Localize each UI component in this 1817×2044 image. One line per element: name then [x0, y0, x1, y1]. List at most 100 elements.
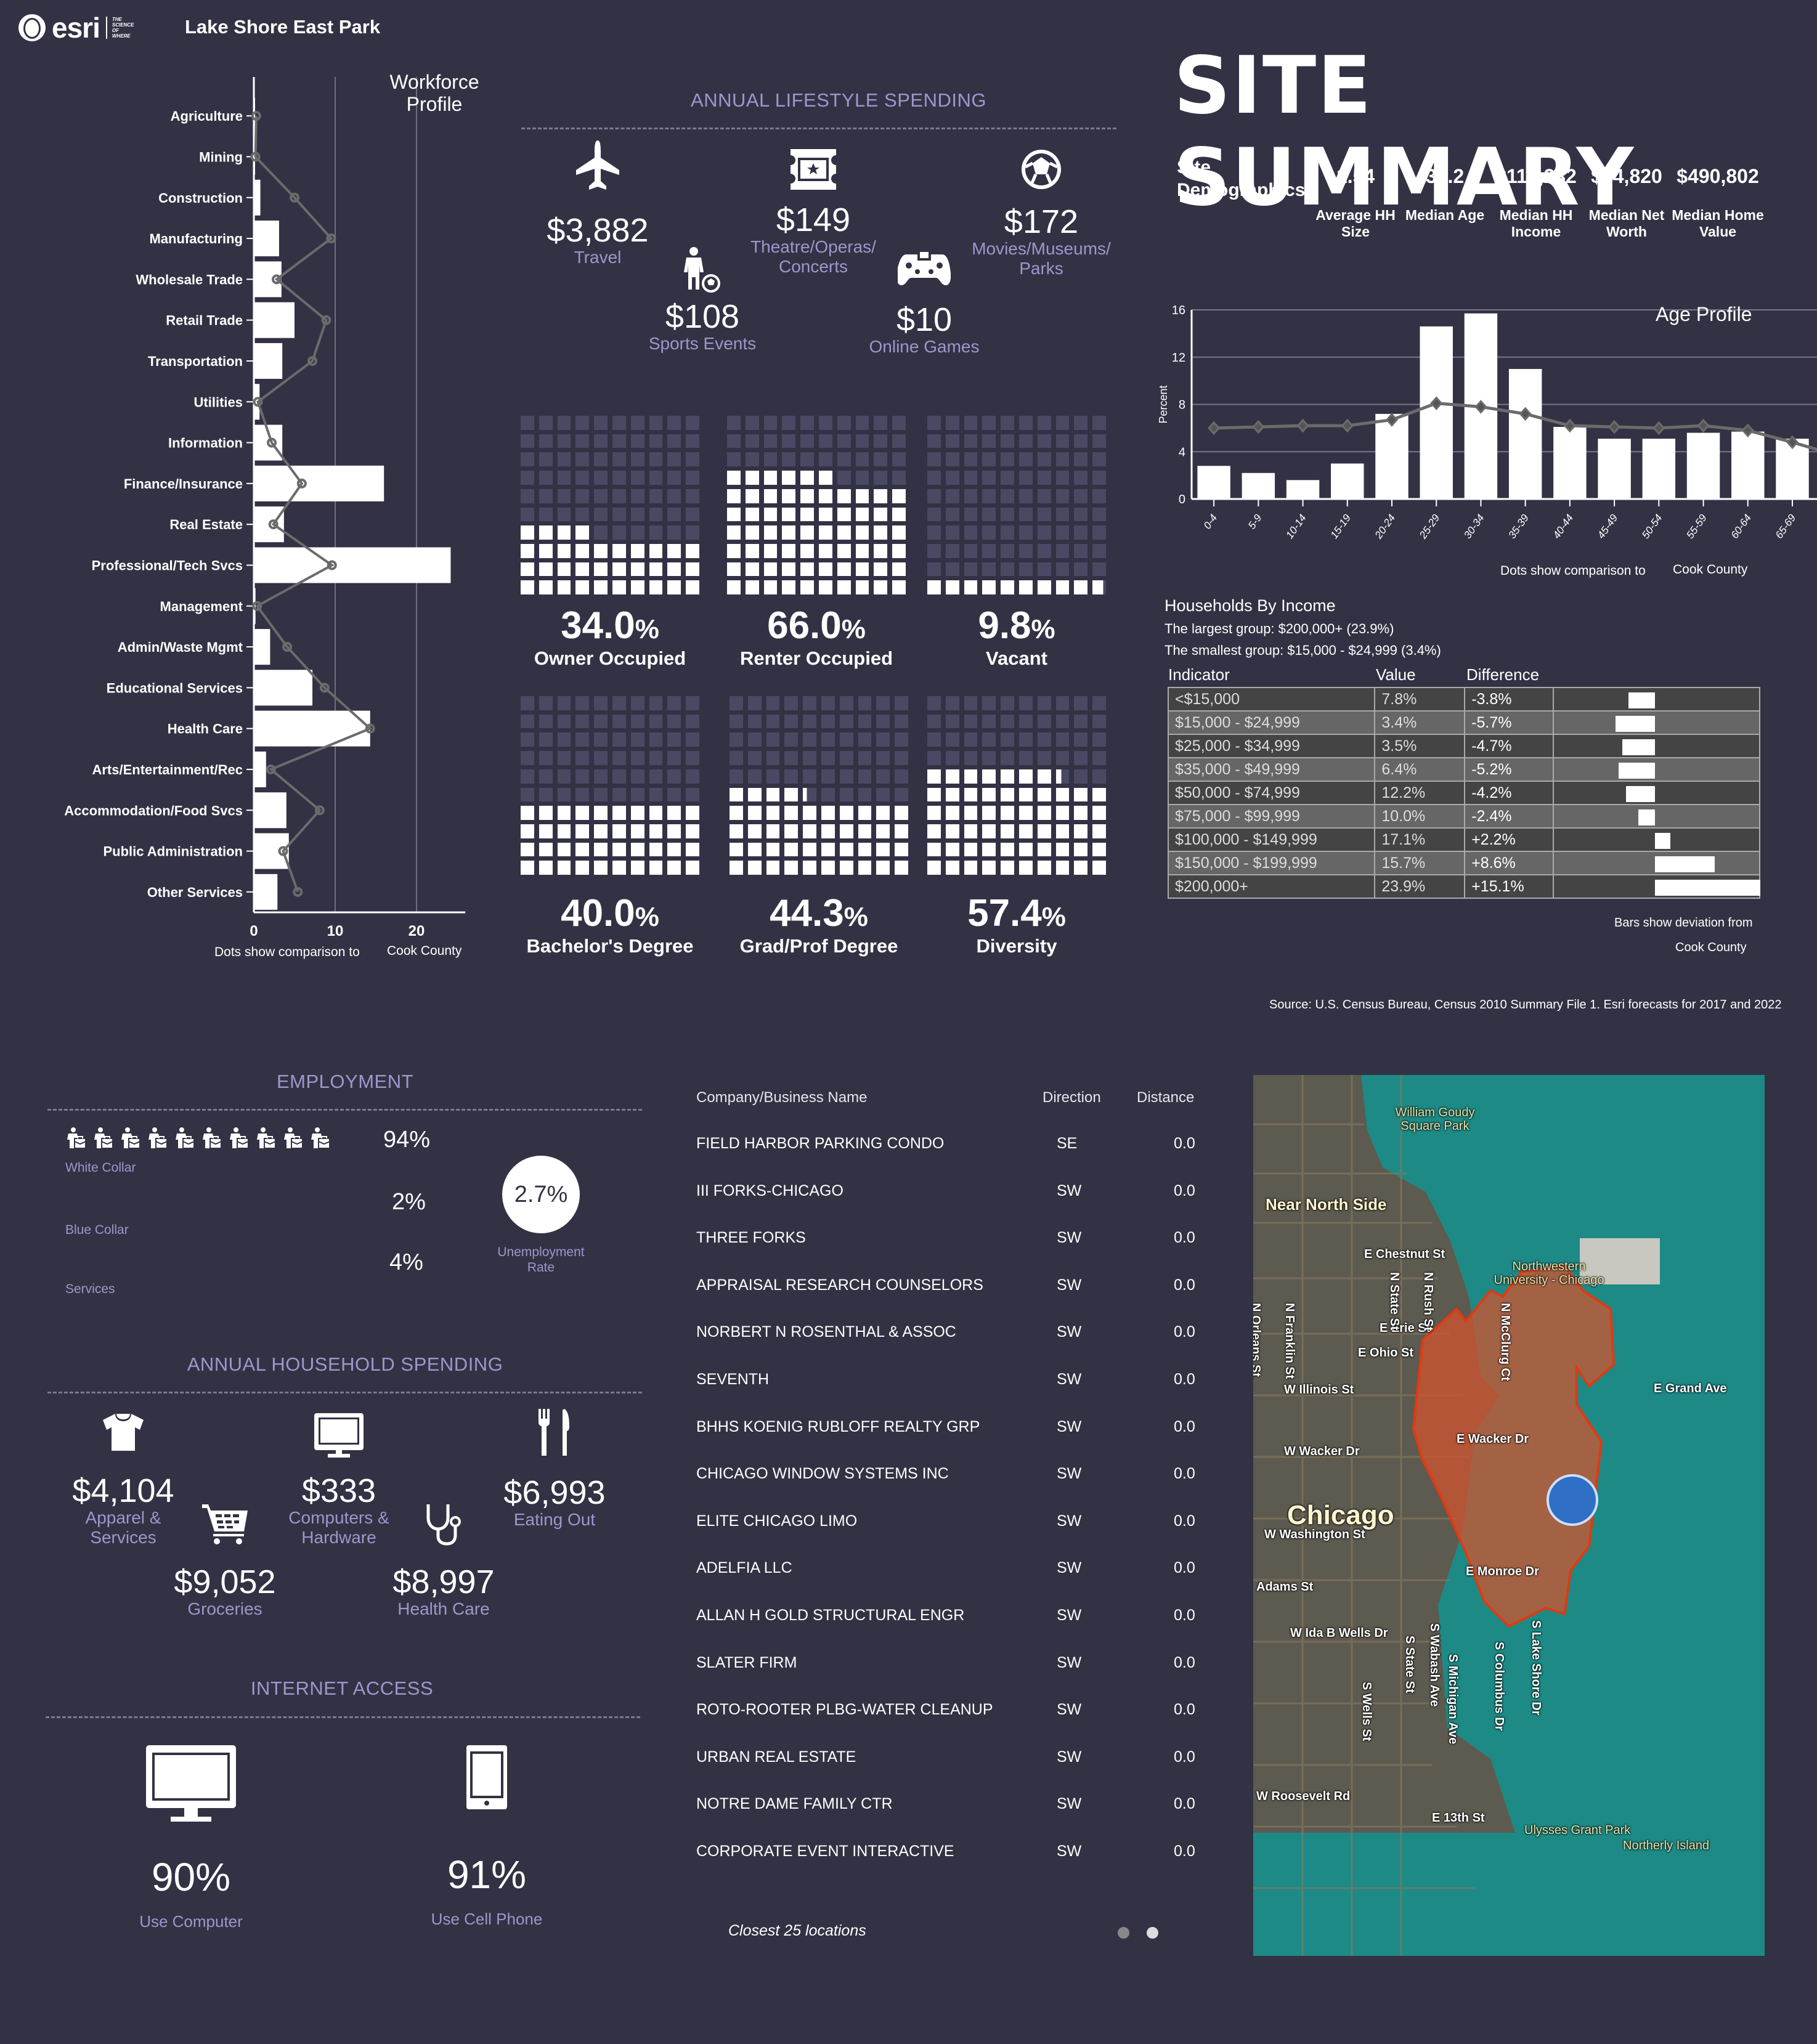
waffle-cell: [667, 787, 681, 802]
globe-icon: [18, 14, 46, 41]
waffle-cell: [1001, 471, 1014, 485]
business-table: Company/Business Name Direction Distance…: [696, 1084, 1201, 1947]
map-label: S Michigan Ave: [1446, 1654, 1460, 1745]
waffle-cell: [837, 471, 851, 485]
waffle-cell: [1001, 543, 1014, 558]
waffle-cell: [803, 732, 816, 747]
waffle-cell: [612, 507, 626, 522]
business-direction: SW: [1057, 1229, 1082, 1247]
waffle-cell: [521, 525, 534, 540]
waffle-cell: [763, 543, 778, 558]
age-category-label: 15-19: [1328, 512, 1354, 541]
waffle-cell: [1018, 543, 1033, 558]
unemployment-badge: 2.7%: [502, 1156, 580, 1233]
waffle-cell: [612, 861, 626, 875]
age-bar: [1553, 426, 1587, 499]
use-cell-phone-label: Use Cell Phone: [431, 1910, 543, 1928]
waffle-cell: [727, 416, 741, 430]
waffle-cell: [982, 861, 996, 875]
waffle-cell: [745, 525, 759, 540]
waffle-cell: [727, 543, 741, 558]
waffle-cell: [575, 580, 590, 594]
page-dot-2[interactable]: [1147, 1927, 1158, 1939]
business-name: SLATER FIRM: [696, 1653, 797, 1671]
waffle-cell: [982, 580, 996, 594]
waffle-cell: [1037, 861, 1051, 875]
waffle-cell: [1018, 824, 1033, 838]
workforce-category-label: Utilities: [194, 394, 243, 410]
waffle-cell: [667, 434, 681, 448]
age-y-axis-label: Percent: [1158, 385, 1169, 423]
waffle-cell: [630, 489, 644, 503]
waffle-cell: [800, 580, 814, 594]
age-bar: [1731, 431, 1765, 499]
waffle-cell: [575, 525, 590, 540]
waffle-cell: [612, 806, 626, 820]
age-bar: [1642, 439, 1676, 499]
waffle-cell: [982, 543, 996, 558]
waffle-cell: [927, 696, 941, 710]
waffle-cell: [876, 806, 890, 820]
waffle-cell: [1018, 751, 1033, 765]
waffle-cell: [927, 562, 941, 577]
waffle-cell: [839, 842, 853, 857]
waffle-label: Bachelor's Degree: [526, 935, 694, 957]
waffle-cell: [686, 452, 699, 467]
business-direction: SW: [1057, 1559, 1082, 1577]
map-view[interactable]: William Goudy Square Park Near North Side…: [1253, 1075, 1765, 1956]
waffle-cell: [745, 562, 759, 577]
waffle-cell: [557, 507, 571, 522]
waffle-cell: [1055, 562, 1070, 577]
business-name: ADELFIA LLC: [696, 1559, 792, 1577]
workforce-x-tick-label: 10: [327, 923, 344, 939]
waffle-cell: [1037, 769, 1051, 784]
age-category-label: 10-14: [1283, 512, 1309, 541]
waffle-cell: [521, 787, 534, 802]
waffle-cell: [858, 806, 872, 820]
waffle-cell: [837, 562, 851, 577]
waffle-cell: [521, 452, 534, 467]
waffle-cell: [818, 525, 832, 540]
waffle-cell: [667, 751, 681, 765]
waffle-cell: [745, 489, 759, 503]
waffle-cell: [818, 471, 832, 485]
waffle-cell: [575, 842, 590, 857]
business-direction: SW: [1057, 1465, 1082, 1483]
waffle-cell: [782, 489, 796, 503]
waffle-cell: [982, 416, 996, 430]
waffle-cell: [839, 861, 853, 875]
waffle-cell: [1074, 580, 1088, 594]
waffle-cell: [539, 434, 553, 448]
waffle-cell: [800, 507, 814, 522]
waffle-value: 34.0: [561, 604, 635, 647]
map-label: W Ida B Wells Dr: [1290, 1626, 1388, 1640]
waffle-cell: [557, 580, 571, 594]
waffle-cell: [803, 787, 816, 802]
waffle-cell: [964, 751, 978, 765]
page-dot-1[interactable]: [1118, 1927, 1129, 1939]
income-row: $50,000 - $74,999 12.2% -4.2%: [1167, 781, 1760, 805]
waffle-cell: [667, 471, 681, 485]
waffle-cell: [803, 806, 816, 820]
age-bar: [1598, 439, 1631, 499]
income-row: $35,000 - $49,999 6.4% -5.2%: [1167, 757, 1760, 782]
income-difference: -2.4%: [1464, 804, 1555, 829]
waffle-cell: [982, 842, 996, 857]
waffle-cell: [730, 842, 743, 857]
waffle-cell: [784, 714, 799, 729]
business-direction: SW: [1057, 1843, 1082, 1860]
eating-out-label: Eating Out: [513, 1510, 596, 1529]
waffle-cell: [1018, 732, 1033, 747]
income-largest: The largest group: $200,000+ (23.9%): [1165, 621, 1394, 636]
waffle-cell: [630, 787, 644, 802]
waffle-cell: [1074, 471, 1088, 485]
income-indicator: $35,000 - $49,999: [1167, 757, 1376, 782]
blue-collar-label: Blue Collar: [65, 1223, 129, 1237]
waffle-cell: [539, 562, 553, 577]
movies-value: $172: [1004, 203, 1079, 240]
waffle-cell: [982, 562, 996, 577]
waffle-cell: [766, 714, 780, 729]
waffle-cell: [818, 580, 832, 594]
waffle-cell: [1055, 471, 1070, 485]
waffle-cell: [1001, 861, 1014, 875]
